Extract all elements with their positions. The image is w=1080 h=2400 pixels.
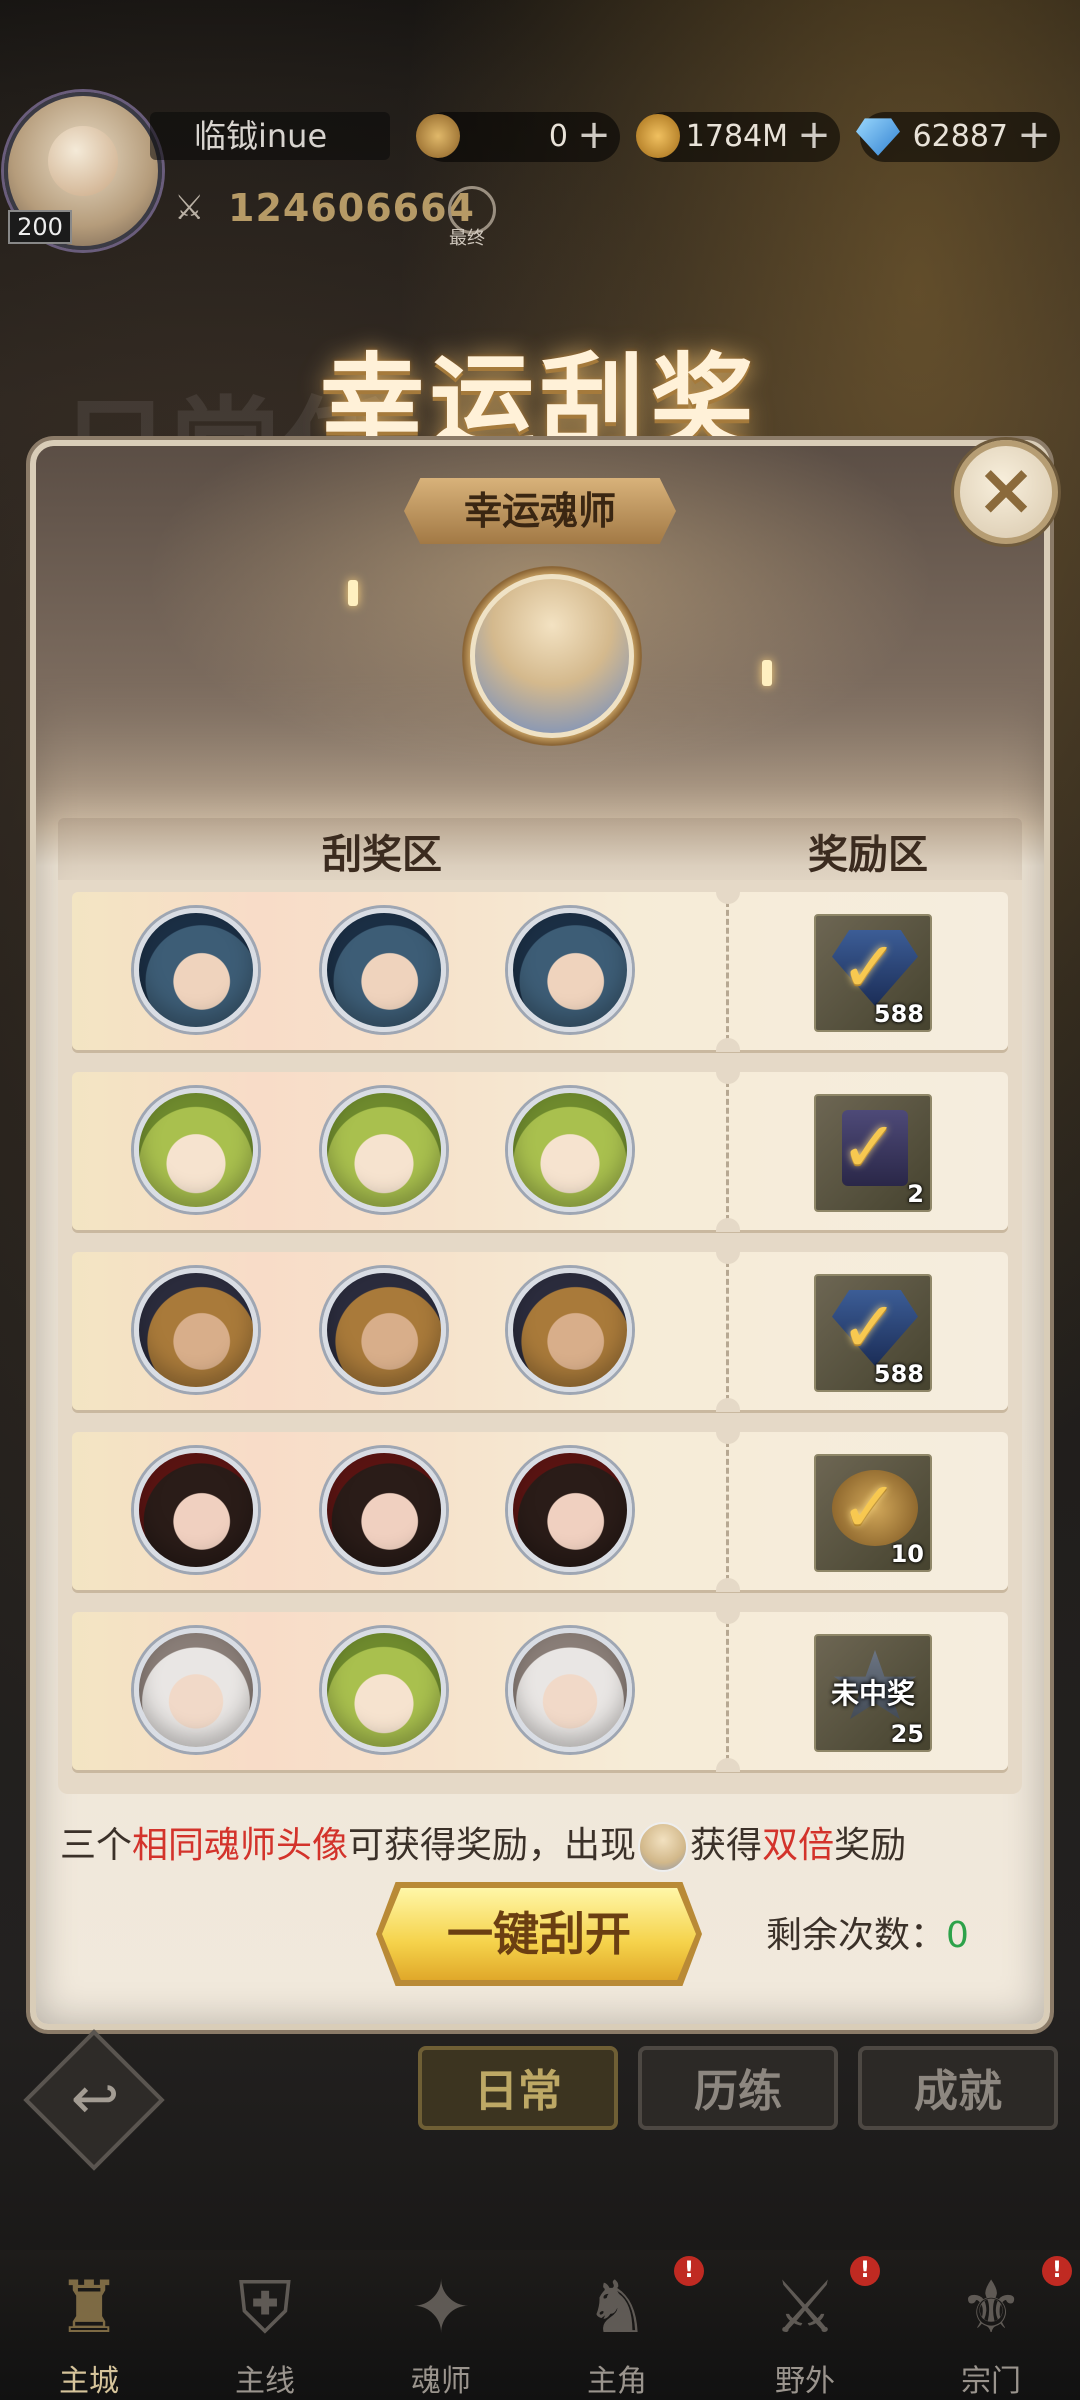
hero-avatar xyxy=(508,908,632,1032)
hero-avatar xyxy=(134,908,258,1032)
scratch-row: 未中奖 25 xyxy=(72,1610,1008,1772)
reward-item[interactable]: ✓ 2 xyxy=(814,1094,932,1212)
lucky-soul-master-tag: 幸运魂师 xyxy=(404,478,676,544)
notification-badge: ! xyxy=(1042,2256,1072,2286)
hero-icon: ♞ xyxy=(584,2265,650,2349)
reward-quantity: 10 xyxy=(890,1540,924,1568)
rule-highlight: 双倍 xyxy=(762,1825,835,1866)
cat-avatar-image xyxy=(48,126,118,196)
diamond-value: 62887 xyxy=(912,119,1008,154)
diamond-icon xyxy=(856,118,900,156)
player-name: 临钺inue xyxy=(150,112,390,160)
not-won-label: 未中奖 xyxy=(830,1677,915,1710)
nav-soul-master[interactable]: ✦ 魂师 xyxy=(356,2256,526,2400)
hero-avatar xyxy=(508,1268,632,1392)
hero-avatar xyxy=(508,1628,632,1752)
nav-label: 宗门 xyxy=(961,2364,1021,2399)
tab-daily[interactable]: 日常 xyxy=(418,2046,618,2130)
scratch-area-header: 刮奖区 xyxy=(322,832,442,878)
reward-item[interactable]: 未中奖 25 xyxy=(814,1634,932,1752)
search-label: 最终 xyxy=(449,228,485,249)
rule-part: 三个 xyxy=(60,1825,133,1866)
rule-highlight: 相同魂师头像 xyxy=(132,1825,349,1866)
book-icon: ✦ xyxy=(410,2265,472,2349)
remaining-count: 剩余次数：0 xyxy=(766,1906,969,1958)
nav-main-city[interactable]: ♜ 主城 xyxy=(4,2256,174,2400)
check-icon: ✓ xyxy=(840,1106,899,1188)
hero-avatar xyxy=(322,1628,446,1752)
remaining-value: 0 xyxy=(946,1915,969,1956)
player-level-badge: 200 xyxy=(8,210,72,244)
hero-avatar xyxy=(322,908,446,1032)
check-icon: ✓ xyxy=(840,1286,899,1368)
hero-avatar xyxy=(322,1448,446,1572)
hero-avatar xyxy=(134,1088,258,1212)
gold-coin-icon xyxy=(636,114,680,158)
reward-item[interactable]: ✓ 588 xyxy=(814,914,932,1032)
rule-part: 奖励 xyxy=(834,1825,907,1866)
nav-label: 野外 xyxy=(775,2364,835,2399)
rule-part: 获得 xyxy=(690,1825,763,1866)
notification-badge: ! xyxy=(850,2256,880,2286)
crossed-swords-icon: ⚔ xyxy=(174,188,205,228)
hero-avatar xyxy=(508,1448,632,1572)
rule-text: 三个相同魂师头像可获得奖励，出现 获得双倍奖励 xyxy=(60,1816,1020,1872)
resource-diamond: 62887 + xyxy=(856,112,1060,162)
hero-avatar xyxy=(508,1088,632,1212)
nav-protagonist[interactable]: ♞ 主角 ! xyxy=(532,2256,704,2400)
nav-label: 主角 xyxy=(587,2364,647,2399)
sect-icon: ⚜ xyxy=(958,2265,1024,2349)
hero-avatar xyxy=(134,1628,258,1752)
remaining-label: 剩余次数： xyxy=(766,1915,947,1956)
reward-area-header: 奖励区 xyxy=(808,832,928,878)
nav-label: 魂师 xyxy=(411,2364,471,2399)
add-diamond-button[interactable]: + xyxy=(1014,115,1054,155)
scratch-row: ✓ 10 xyxy=(72,1430,1008,1592)
lucky-avatar-mini-icon xyxy=(638,1822,689,1872)
tab-training[interactable]: 历练 xyxy=(638,2046,838,2130)
battle-power: 124606664 xyxy=(228,186,475,230)
gold-value: 1784M xyxy=(685,119,788,154)
resource-gold: 1784M + xyxy=(636,112,840,162)
nav-wild[interactable]: ⚔ 野外 ! xyxy=(720,2256,890,2400)
reward-quantity: 588 xyxy=(873,1360,924,1388)
check-icon: ✓ xyxy=(840,926,899,1008)
reward-item[interactable]: ✓ 10 xyxy=(814,1454,932,1572)
nav-label: 主线 xyxy=(235,2364,295,2399)
reward-quantity: 588 xyxy=(873,1000,924,1028)
hero-avatar xyxy=(322,1088,446,1212)
mainline-icon: ⛨ xyxy=(237,2265,292,2349)
notification-badge: ! xyxy=(674,2256,704,2286)
add-gold-button[interactable]: + xyxy=(794,115,834,155)
resource-soul-coin: 0 + xyxy=(416,112,620,162)
nav-main-story[interactable]: ⛨ 主线 xyxy=(180,2256,350,2400)
soul-coin-icon xyxy=(416,114,460,158)
close-icon[interactable]: × xyxy=(954,440,1058,544)
lucky-soul-master-avatar xyxy=(470,574,634,738)
back-arrow-icon: ↩ xyxy=(70,2064,120,2132)
tab-achievement[interactable]: 成就 xyxy=(858,2046,1058,2130)
castle-icon: ♜ xyxy=(56,2265,122,2349)
hero-avatar xyxy=(322,1268,446,1392)
sparkle-icon xyxy=(762,660,772,686)
scratch-row: ✓ 2 xyxy=(72,1070,1008,1232)
wild-icon: ⚔ xyxy=(772,2265,838,2349)
reward-item[interactable]: ✓ 588 xyxy=(814,1274,932,1392)
soul-coin-value: 0 xyxy=(548,119,568,154)
rule-part: 可获得奖励，出现 xyxy=(348,1825,637,1866)
scratch-row: ✓ 588 xyxy=(72,1250,1008,1412)
hero-avatar xyxy=(134,1448,258,1572)
reward-quantity: 2 xyxy=(907,1180,924,1208)
check-icon: ✓ xyxy=(840,1466,899,1548)
open-all-button[interactable]: 一键刮开 xyxy=(382,1888,696,1980)
add-soul-coin-button[interactable]: + xyxy=(574,115,614,155)
nav-label: 主城 xyxy=(59,2364,119,2399)
nav-sect[interactable]: ⚜ 宗门 ! xyxy=(906,2256,1076,2400)
sparkle-icon xyxy=(348,580,358,606)
reward-quantity: 25 xyxy=(890,1720,924,1748)
scratch-row: ✓ 588 xyxy=(72,890,1008,1052)
hero-avatar xyxy=(134,1268,258,1392)
